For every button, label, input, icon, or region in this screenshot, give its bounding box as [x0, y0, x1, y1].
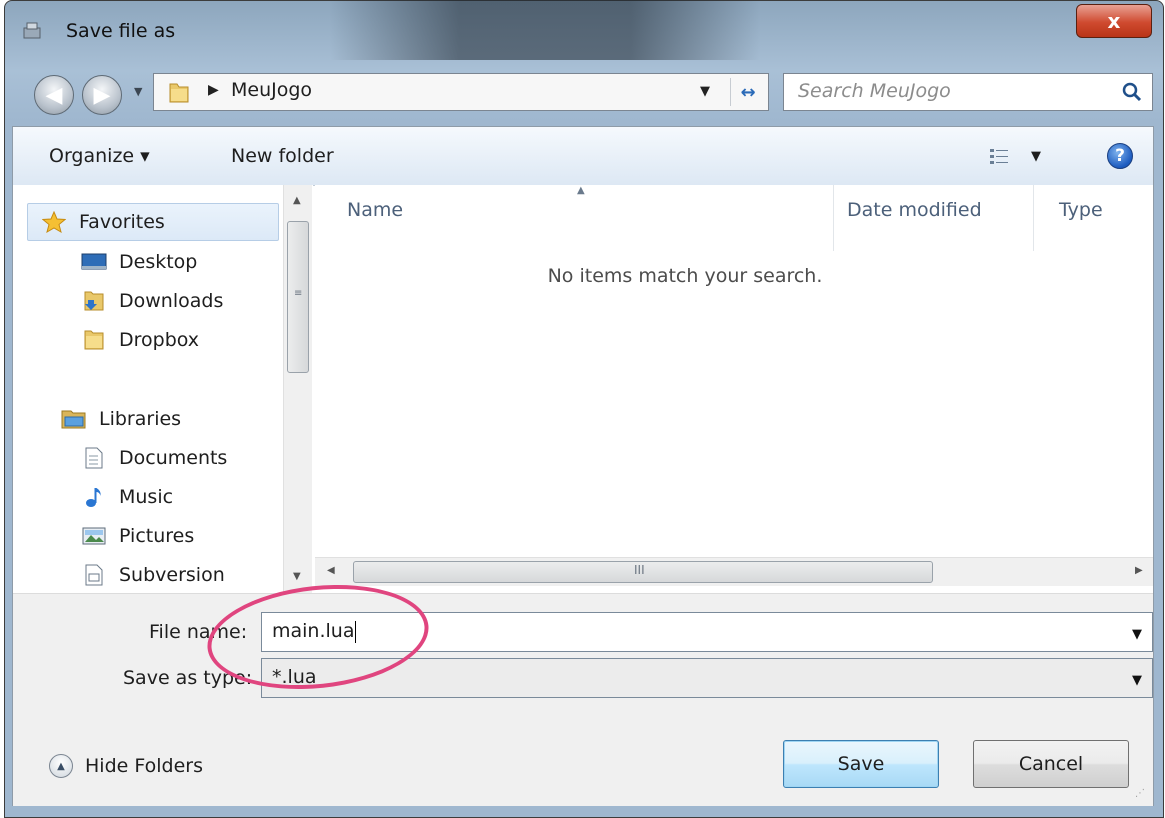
scroll-down-icon[interactable]: ▼ — [293, 571, 301, 582]
forward-arrow-icon: ▶ — [93, 82, 111, 108]
folder-icon — [81, 329, 107, 351]
breadcrumb-folder[interactable]: MeuJogo — [231, 79, 312, 101]
empty-message: No items match your search. — [547, 265, 823, 287]
nav-item-label: Dropbox — [119, 329, 200, 351]
nav-item-subversion[interactable]: Subversion — [81, 558, 225, 592]
new-folder-button[interactable]: New folder — [231, 145, 334, 167]
search-placeholder: Search MeuJogo — [798, 80, 951, 102]
command-bar: Organize ▾ New folder ▼ ? — [13, 127, 1153, 186]
nav-favorites-label: Favorites — [79, 211, 165, 233]
cancel-button[interactable]: Cancel — [973, 740, 1129, 788]
file-name-dropdown-icon[interactable]: ▼ — [1132, 627, 1142, 642]
refresh-icon: ↔ — [740, 81, 756, 103]
save-button[interactable]: Save — [783, 740, 939, 788]
nav-item-label: Downloads — [119, 290, 224, 312]
nav-item-label: Subversion — [119, 564, 225, 586]
close-icon: x — [1107, 9, 1121, 33]
forward-button[interactable]: ▶ — [82, 75, 122, 115]
libraries-icon — [61, 408, 87, 430]
pictures-icon — [81, 525, 107, 547]
app-icon — [23, 22, 41, 39]
close-button[interactable]: x — [1076, 4, 1152, 38]
search-icon[interactable] — [1120, 80, 1144, 104]
downloads-folder-icon — [81, 290, 107, 312]
back-button[interactable]: ◀ — [34, 75, 74, 115]
address-dropdown-icon[interactable]: ▼ — [700, 84, 710, 99]
nav-item-documents[interactable]: Documents — [81, 441, 227, 475]
nav-pane-scrollbar[interactable]: ▲ ≡ ▼ — [283, 185, 312, 593]
save-as-type-dropdown-icon[interactable]: ▼ — [1132, 673, 1142, 688]
nav-item-dropbox[interactable]: Dropbox — [81, 323, 199, 357]
nav-libraries[interactable]: Libraries — [61, 402, 181, 436]
nav-favorites[interactable]: Favorites — [41, 205, 165, 239]
column-divider[interactable] — [833, 185, 834, 251]
scroll-right-icon[interactable]: ▶ — [1135, 565, 1143, 576]
nav-libraries-label: Libraries — [99, 408, 182, 430]
sort-ascending-icon: ▲ — [577, 185, 585, 196]
nav-item-label: Music — [119, 486, 174, 508]
horizontal-scroll-thumb[interactable]: III — [353, 561, 933, 583]
star-icon — [41, 211, 67, 233]
horizontal-scrollbar[interactable]: ◀ III ▶ — [315, 557, 1153, 586]
nav-item-label: Desktop — [119, 251, 198, 273]
refresh-button[interactable]: ↔ — [730, 78, 765, 106]
help-icon[interactable]: ? — [1107, 143, 1133, 169]
folder-icon — [169, 83, 189, 103]
history-dropdown-icon[interactable]: ▼ — [134, 85, 146, 101]
collapse-up-icon: ▲ — [49, 754, 73, 778]
nav-item-music[interactable]: Music — [81, 480, 173, 514]
subversion-icon — [81, 564, 107, 586]
save-options-panel: File name: main.lua ▼ Save as type: *.lu… — [13, 593, 1153, 806]
address-bar[interactable]: ▶ MeuJogo ▼ ↔ — [153, 73, 769, 111]
search-input[interactable]: Search MeuJogo — [783, 73, 1153, 111]
resize-grip-icon[interactable]: ⋰ — [1135, 788, 1145, 799]
file-list: ▲ Name Date modified Type No items match… — [315, 185, 1153, 593]
desktop-icon — [81, 251, 107, 273]
nav-scroll-thumb[interactable]: ≡ — [287, 221, 309, 373]
breadcrumb-arrow-icon[interactable]: ▶ — [208, 82, 219, 98]
nav-item-label: Documents — [119, 447, 228, 469]
grip-icon: ≡ — [294, 288, 303, 299]
organize-button[interactable]: Organize ▾ — [49, 145, 150, 167]
nav-item-pictures[interactable]: Pictures — [81, 519, 194, 553]
column-header-type[interactable]: Type — [1059, 199, 1103, 221]
documents-icon — [81, 447, 107, 469]
view-dropdown-icon[interactable]: ▼ — [1031, 149, 1041, 164]
window-title: Save file as — [66, 20, 176, 42]
navigation-pane: Favorites Desktop Downloads Dropbox Libr… — [13, 185, 313, 593]
hide-folders-button[interactable]: ▲ Hide Folders — [49, 754, 203, 778]
dialog-body: Organize ▾ New folder ▼ ? Favorites Desk… — [12, 126, 1154, 806]
scroll-up-icon[interactable]: ▲ — [293, 195, 301, 206]
music-icon — [81, 486, 107, 508]
view-options-icon[interactable] — [989, 147, 1011, 165]
grip-icon: III — [634, 563, 645, 577]
column-divider[interactable] — [1033, 185, 1034, 251]
nav-item-desktop[interactable]: Desktop — [81, 245, 197, 279]
hide-folders-label: Hide Folders — [85, 755, 203, 777]
back-arrow-icon: ◀ — [45, 82, 63, 108]
column-header-name[interactable]: Name — [347, 199, 403, 221]
column-header-date-modified[interactable]: Date modified — [847, 199, 982, 221]
nav-item-label: Pictures — [119, 525, 195, 547]
scroll-left-icon[interactable]: ◀ — [327, 565, 335, 576]
titlebar-background — [330, 0, 760, 60]
nav-item-downloads[interactable]: Downloads — [81, 284, 223, 318]
